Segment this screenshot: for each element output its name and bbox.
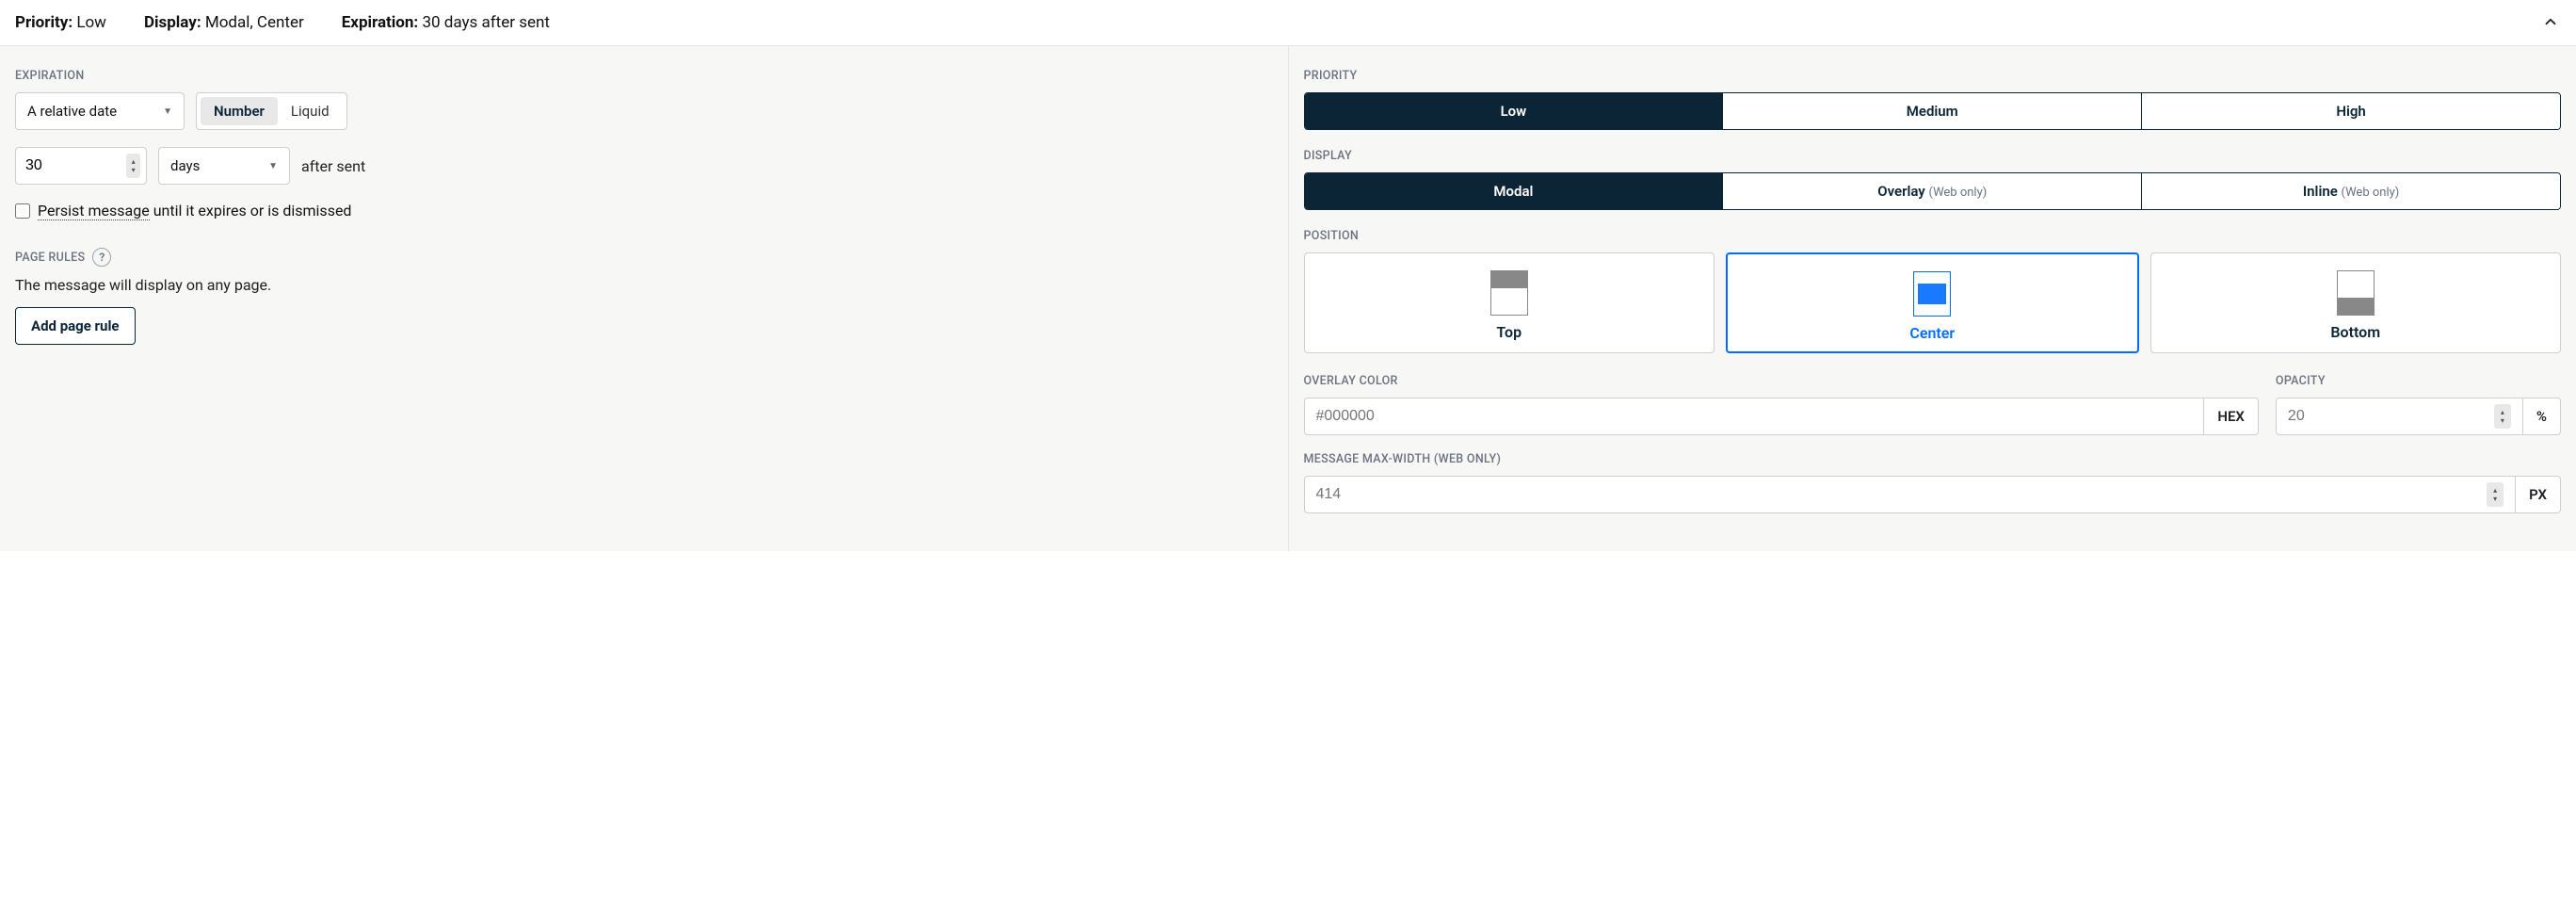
display-option-inline-label: Inline <box>2303 183 2338 200</box>
display-option-overlay[interactable]: Overlay (Web only) <box>1722 173 2141 209</box>
summary-expiration-label: Expiration: <box>342 13 419 32</box>
display-option-overlay-label: Overlay <box>1877 183 1925 200</box>
position-section-label: POSITION <box>1304 229 2562 243</box>
expiration-unit-value: days <box>170 157 200 174</box>
display-option-inline-hint: (Web only) <box>2342 186 2400 200</box>
expiration-unit-select[interactable]: days ▼ <box>158 147 290 185</box>
priority-option-low[interactable]: Low <box>1305 93 1723 129</box>
overlay-color-input-wrap: HEX <box>1304 398 2259 435</box>
after-sent-label: after sent <box>301 157 365 175</box>
expiration-count-input[interactable] <box>16 157 126 174</box>
expiration-format-liquid[interactable]: Liquid <box>278 97 343 125</box>
expiration-mode-value: A relative date <box>27 103 117 120</box>
persist-message-rest: until it expires or is dismissed <box>150 202 352 219</box>
summary-expiration: Expiration: 30 days after sent <box>342 13 550 32</box>
priority-option-medium[interactable]: Medium <box>1722 93 2141 129</box>
opacity-input[interactable] <box>2277 398 2494 434</box>
expiration-section-label: EXPIRATION <box>15 69 1273 83</box>
display-section-label: DISPLAY <box>1304 149 2562 163</box>
expiration-mode-select[interactable]: A relative date ▼ <box>15 92 185 130</box>
chevron-up-icon[interactable] <box>2542 13 2559 34</box>
left-panel: EXPIRATION A relative date ▼ Number Liqu… <box>0 46 1289 551</box>
display-option-modal[interactable]: Modal <box>1305 173 1723 209</box>
caret-down-icon: ▼ <box>268 161 278 171</box>
caret-down-icon: ▼ <box>163 106 172 117</box>
priority-option-high[interactable]: High <box>2141 93 2560 129</box>
persist-message-label: Persist message until it expires or is d… <box>38 202 351 219</box>
summary-priority-value: Low <box>76 13 106 32</box>
summary-display-value: Modal, Center <box>205 13 304 32</box>
help-icon[interactable]: ? <box>92 248 111 267</box>
summary-priority: Priority: Low <box>15 13 106 32</box>
page-rules-section-label: PAGE RULES <box>15 251 85 265</box>
overlay-color-input[interactable] <box>1305 398 2204 434</box>
priority-section-label: PRIORITY <box>1304 69 2562 83</box>
stepper-icon[interactable]: ▴▾ <box>2494 404 2511 429</box>
expiration-count-input-wrap: ▴▾ <box>15 147 147 185</box>
expiration-format-toggle: Number Liquid <box>196 92 347 130</box>
summary-display-label: Display: <box>144 13 201 32</box>
summary-priority-label: Priority: <box>15 13 72 32</box>
position-label-center: Center <box>1728 324 2137 342</box>
display-option-overlay-hint: (Web only) <box>1929 186 1988 200</box>
summary-header[interactable]: Priority: Low Display: Modal, Center Exp… <box>0 0 2576 46</box>
overlay-color-section-label: OVERLAY COLOR <box>1304 374 2259 388</box>
position-option-center[interactable]: Center <box>1726 252 2139 353</box>
max-width-section-label: MESSAGE MAX-WIDTH (WEB ONLY) <box>1304 452 2562 466</box>
position-thumb-bottom <box>2337 270 2375 316</box>
summary-expiration-value: 30 days after sent <box>422 13 550 32</box>
persist-message-link[interactable]: Persist message <box>38 202 150 220</box>
expiration-format-number[interactable]: Number <box>201 97 278 125</box>
display-button-group: Modal Overlay (Web only) Inline (Web onl… <box>1304 172 2562 210</box>
position-option-top[interactable]: Top <box>1304 252 1715 353</box>
summary-display: Display: Modal, Center <box>144 13 304 32</box>
stepper-icon[interactable]: ▴▾ <box>126 154 140 178</box>
position-thumb-center <box>1913 271 1951 317</box>
position-thumb-top <box>1490 270 1528 316</box>
max-width-unit: PX <box>2515 477 2560 512</box>
right-panel: PRIORITY Low Medium High DISPLAY Modal O… <box>1289 46 2576 551</box>
stepper-icon[interactable]: ▴▾ <box>2487 482 2504 507</box>
max-width-input[interactable] <box>1305 477 2487 512</box>
position-card-group: Top Center Bottom <box>1304 252 2562 353</box>
opacity-section-label: OPACITY <box>2276 374 2561 388</box>
add-page-rule-button[interactable]: Add page rule <box>15 307 136 345</box>
page-rules-description: The message will display on any page. <box>15 276 1273 294</box>
display-option-inline[interactable]: Inline (Web only) <box>2141 173 2560 209</box>
opacity-input-wrap: ▴▾ % <box>2276 398 2561 435</box>
overlay-color-unit: HEX <box>2203 398 2258 434</box>
position-option-bottom[interactable]: Bottom <box>2150 252 2562 353</box>
persist-message-checkbox[interactable] <box>15 203 30 219</box>
opacity-unit: % <box>2522 398 2560 434</box>
priority-button-group: Low Medium High <box>1304 92 2562 130</box>
position-label-top: Top <box>1305 323 1715 341</box>
position-label-bottom: Bottom <box>2151 323 2561 341</box>
max-width-input-wrap: ▴▾ PX <box>1304 476 2562 513</box>
